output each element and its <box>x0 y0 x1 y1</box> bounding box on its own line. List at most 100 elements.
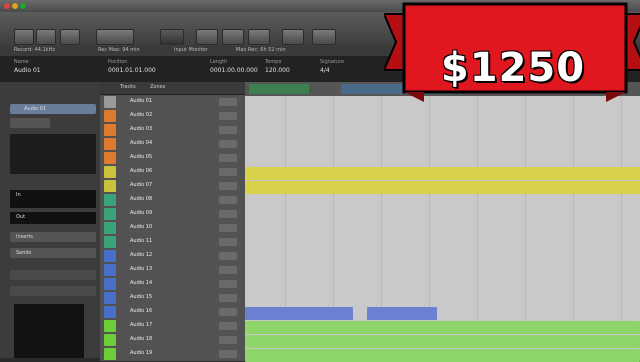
audio-region[interactable] <box>245 307 353 320</box>
sends-section[interactable]: Sends <box>10 248 96 258</box>
track-controls[interactable] <box>219 154 237 162</box>
track-row[interactable]: Audio 09 <box>100 207 245 222</box>
track-name[interactable]: Audio 11 <box>130 238 152 244</box>
minimize-window-icon[interactable] <box>12 3 18 9</box>
track-name[interactable]: Audio 06 <box>130 168 152 174</box>
audio-region[interactable] <box>245 349 640 362</box>
eq-section[interactable] <box>10 270 96 280</box>
record-button[interactable] <box>196 29 218 45</box>
tempo-field[interactable]: Tempo 120.000 <box>265 59 290 74</box>
mute-solo-controls[interactable] <box>10 118 50 128</box>
track-controls[interactable] <box>219 168 237 176</box>
track-row[interactable]: Audio 08 <box>100 193 245 208</box>
track-row[interactable]: Audio 16 <box>100 305 245 320</box>
track-controls[interactable] <box>219 112 237 120</box>
track-row[interactable]: Audio 18 <box>100 333 245 348</box>
track-row[interactable]: Audio 05 <box>100 151 245 166</box>
record-format-text: Record: 44.1kHz <box>14 47 55 53</box>
track-controls[interactable] <box>219 322 237 330</box>
track-name[interactable]: Audio 19 <box>130 350 152 356</box>
track-row[interactable]: Audio 17 <box>100 319 245 334</box>
track-name[interactable]: Audio 08 <box>130 196 152 202</box>
track-controls[interactable] <box>219 182 237 190</box>
track-controls[interactable] <box>219 252 237 260</box>
zoom-button[interactable] <box>312 29 336 45</box>
track-row[interactable]: Audio 12 <box>100 249 245 264</box>
audio-region[interactable] <box>367 307 437 320</box>
tab-zones[interactable]: Zones <box>150 84 165 90</box>
close-window-icon[interactable] <box>4 3 10 9</box>
track-name[interactable]: Audio 17 <box>130 322 152 328</box>
position-field[interactable]: Position 0001.01.01.000 <box>108 59 156 74</box>
track-row[interactable]: Audio 15 <box>100 291 245 306</box>
track-row[interactable]: Audio 04 <box>100 137 245 152</box>
track-row[interactable]: Audio 03 <box>100 123 245 138</box>
track-controls[interactable] <box>219 280 237 288</box>
track-row[interactable]: Audio 10 <box>100 221 245 236</box>
channel-section[interactable] <box>10 286 96 296</box>
track-color-chip <box>104 166 116 178</box>
track-controls[interactable] <box>219 98 237 106</box>
track-row[interactable]: Audio 07 <box>100 179 245 194</box>
track-controls[interactable] <box>219 224 237 232</box>
name-field[interactable]: Name Audio 01 <box>14 59 41 74</box>
channel-fader-area[interactable] <box>14 304 84 358</box>
track-controls[interactable] <box>219 350 237 358</box>
track-name[interactable]: Audio 10 <box>130 224 152 230</box>
zoom-window-icon[interactable] <box>20 3 26 9</box>
track-row[interactable]: Audio 01 <box>100 95 245 110</box>
track-name[interactable]: Audio 09 <box>130 210 152 216</box>
track-row[interactable]: Audio 11 <box>100 235 245 250</box>
audio-region[interactable] <box>245 181 640 194</box>
track-name[interactable]: Audio 04 <box>130 140 152 146</box>
track-controls[interactable] <box>219 266 237 274</box>
forward-button[interactable] <box>36 29 56 45</box>
track-name[interactable]: Audio 14 <box>130 280 152 286</box>
tab-tracks[interactable]: Tracks <box>120 84 136 90</box>
track-name[interactable]: Audio 15 <box>130 294 152 300</box>
track-row[interactable]: Audio 02 <box>100 109 245 124</box>
track-name[interactable]: Audio 12 <box>130 252 152 258</box>
track-color-chip <box>104 180 116 192</box>
inserts-section[interactable]: Inserts <box>10 232 96 242</box>
track-controls[interactable] <box>219 140 237 148</box>
track-name[interactable]: Audio 16 <box>130 308 152 314</box>
track-controls[interactable] <box>219 126 237 134</box>
track-name[interactable]: Audio 07 <box>130 182 152 188</box>
track-name[interactable]: Audio 18 <box>130 336 152 342</box>
metronome-button[interactable] <box>248 29 270 45</box>
track-name[interactable]: Audio 01 <box>130 98 152 104</box>
track-row[interactable]: Audio 06 <box>100 165 245 180</box>
track-row[interactable]: Audio 14 <box>100 277 245 292</box>
output-routing[interactable]: Out <box>10 212 96 224</box>
signature-field[interactable]: Signature 4/4 <box>320 59 344 74</box>
mode-button[interactable] <box>96 29 134 45</box>
snap-button[interactable] <box>282 29 304 45</box>
cycle-button[interactable] <box>222 29 244 45</box>
track-controls[interactable] <box>219 196 237 204</box>
track-row[interactable]: Audio 13 <box>100 263 245 278</box>
rewind-button[interactable] <box>14 29 34 45</box>
stop-button[interactable] <box>60 29 80 45</box>
inspector-track-header[interactable]: Audio 01 <box>10 104 96 114</box>
track-controls[interactable] <box>219 294 237 302</box>
track-name[interactable]: Audio 03 <box>130 126 152 132</box>
track-name[interactable]: Audio 13 <box>130 266 152 272</box>
track-controls[interactable] <box>219 336 237 344</box>
track-controls[interactable] <box>219 308 237 316</box>
track-list: Tracks Zones Audio 01 Audio 02 Audio 03 Aud… <box>100 82 245 362</box>
track-name[interactable]: Audio 05 <box>130 154 152 160</box>
output-label: Out <box>16 214 26 220</box>
track-row[interactable]: Audio 19 <box>100 347 245 362</box>
audio-region[interactable] <box>245 335 640 348</box>
input-routing[interactable]: In <box>10 190 96 208</box>
audio-region[interactable] <box>245 167 640 180</box>
play-button[interactable] <box>160 29 184 45</box>
track-controls[interactable] <box>219 210 237 218</box>
track-name[interactable]: Audio 02 <box>130 112 152 118</box>
track-controls[interactable] <box>219 238 237 246</box>
audio-region[interactable] <box>245 321 640 334</box>
cycle-marker[interactable] <box>249 84 309 94</box>
arrange-area[interactable] <box>245 82 640 362</box>
length-field[interactable]: Length 0001.00.00.000 <box>210 59 258 74</box>
